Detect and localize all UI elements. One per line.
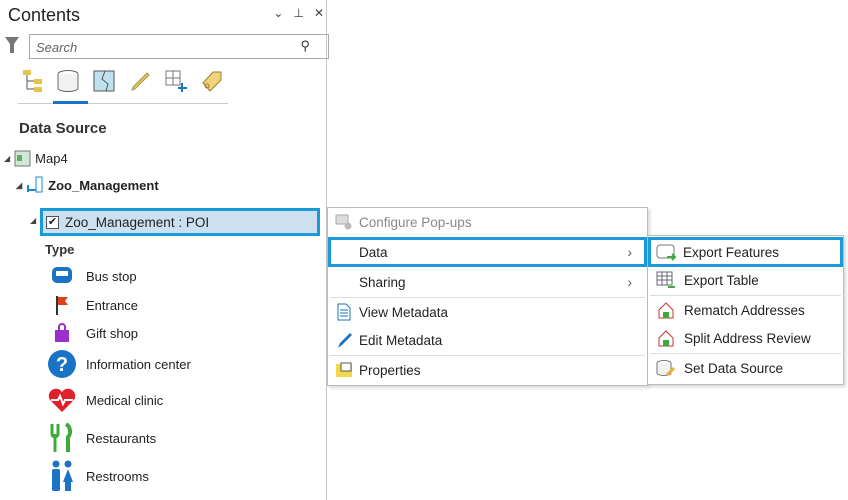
list-by-snapping-tab[interactable]: [164, 68, 188, 94]
list-by-drawing-order-tab[interactable]: [20, 68, 44, 94]
menu-label: Set Data Source: [684, 360, 784, 376]
search-icon[interactable]: ⚲: [300, 38, 310, 54]
legend-label: Gift shop: [86, 325, 139, 341]
menu-item-edit-metadata[interactable]: Edit Metadata: [328, 326, 647, 354]
layer-context-menu: Configure Pop-ups Data › Sharing › View Me…: [327, 207, 648, 386]
menu-item-export-features[interactable]: Export Features: [648, 237, 843, 267]
menu-label: Configure Pop-ups: [359, 214, 472, 230]
rematch-addresses-icon: [648, 301, 684, 319]
collapse-triangle-icon[interactable]: ◢: [4, 154, 10, 163]
list-by-data-source-tab[interactable]: [56, 68, 80, 94]
legend-heading: Type: [45, 242, 75, 257]
bus-icon: [46, 266, 78, 286]
menu-item-properties[interactable]: Properties: [328, 356, 647, 384]
menu-label: Properties: [359, 362, 421, 378]
menu-label: Data: [359, 244, 388, 260]
legend-item: Gift shop: [46, 323, 138, 343]
export-table-icon: [648, 271, 684, 289]
menu-item-sharing[interactable]: Sharing ›: [328, 268, 647, 296]
legend-label: Medical clinic: [86, 392, 164, 408]
menu-label: Split Address Review: [684, 330, 811, 346]
menu-label: Export Features: [683, 244, 780, 260]
chevron-right-icon: ›: [627, 244, 633, 260]
menu-label: Export Table: [684, 272, 759, 288]
pencil-icon: [328, 331, 360, 349]
pane-title: Contents: [8, 5, 81, 25]
legend-label: Entrance: [86, 297, 139, 313]
restroom-icon: [46, 460, 78, 492]
fork-knife-icon: [46, 423, 78, 453]
question-icon: ?: [46, 349, 78, 379]
tree-item-layer-poi[interactable]: ✔ Zoo_Management : POI: [40, 208, 320, 236]
menu-label: Edit Metadata: [359, 332, 443, 348]
search-input[interactable]: Search ⚲: [29, 34, 329, 59]
legend-item: Restaurants: [46, 423, 156, 453]
export-features-icon: [651, 243, 683, 261]
legend-label: Bus stop: [86, 268, 137, 284]
legend-item: Restrooms: [46, 460, 149, 492]
layer-label: Zoo_Management : POI: [65, 214, 210, 230]
section-heading: Data Source: [19, 120, 107, 137]
menu-label: View Metadata: [359, 304, 449, 320]
properties-icon: [328, 362, 360, 378]
geodatabase-icon: [27, 176, 43, 193]
tree-item-database[interactable]: ◢ Zoo_Management: [16, 176, 159, 194]
menu-label: Rematch Addresses: [684, 302, 805, 318]
menu-item-split-address-review[interactable]: Split Address Review: [648, 324, 843, 352]
data-submenu: Export Features Export Table Rematch Add…: [647, 235, 844, 385]
legend-label: Information center: [86, 356, 191, 372]
close-icon[interactable]: ✕: [314, 6, 324, 20]
svg-text:?: ?: [56, 354, 68, 376]
split-address-icon: [648, 329, 684, 347]
legend-label: Restaurants: [86, 430, 157, 446]
menu-item-rematch-addresses[interactable]: Rematch Addresses: [648, 296, 843, 324]
shopping-bag-icon: [46, 323, 78, 343]
collapse-triangle-icon[interactable]: ◢: [30, 216, 36, 225]
menu-item-export-table[interactable]: Export Table: [648, 266, 843, 294]
menu-item-data[interactable]: Data ›: [328, 237, 647, 267]
menu-item-configure-popups[interactable]: Configure Pop-ups: [328, 208, 647, 236]
contents-pane: Contents ⌄ ⊥ ✕ Search ⚲ Data Source ◢ Map4 ◢…: [0, 0, 329, 500]
database-label: Zoo_Management: [48, 177, 159, 193]
list-by-editing-tab[interactable]: [128, 68, 152, 94]
document-icon: [328, 303, 360, 321]
legend-label: Restrooms: [86, 468, 149, 484]
list-by-selection-tab[interactable]: [92, 68, 116, 94]
legend-item: Medical clinic: [46, 387, 163, 413]
legend-item: ? Information center: [46, 349, 191, 379]
chevron-right-icon: ›: [627, 274, 633, 290]
search-placeholder: Search: [36, 40, 78, 55]
flag-icon: [46, 295, 78, 315]
active-tab-indicator: [53, 101, 88, 104]
layer-visibility-checkbox[interactable]: ✔: [46, 215, 59, 229]
configure-popups-icon: [328, 214, 360, 230]
menu-item-view-metadata[interactable]: View Metadata: [328, 298, 647, 326]
tree-item-map[interactable]: ◢ Map4: [4, 150, 68, 167]
legend-item: Bus stop: [46, 266, 137, 286]
heart-icon: [46, 387, 78, 413]
filter-icon[interactable]: [4, 36, 20, 59]
pin-icon[interactable]: ⊥: [293, 6, 303, 20]
map-icon: [14, 150, 31, 167]
menu-item-set-data-source[interactable]: Set Data Source: [648, 354, 843, 382]
set-data-source-icon: [648, 359, 684, 377]
menu-label: Sharing: [359, 274, 406, 290]
map-label: Map4: [35, 151, 68, 166]
list-by-labeling-tab[interactable]: [200, 68, 224, 94]
collapse-triangle-icon[interactable]: ◢: [16, 181, 22, 190]
options-chevron-icon[interactable]: ⌄: [273, 6, 283, 20]
legend-item: Entrance: [46, 295, 138, 315]
